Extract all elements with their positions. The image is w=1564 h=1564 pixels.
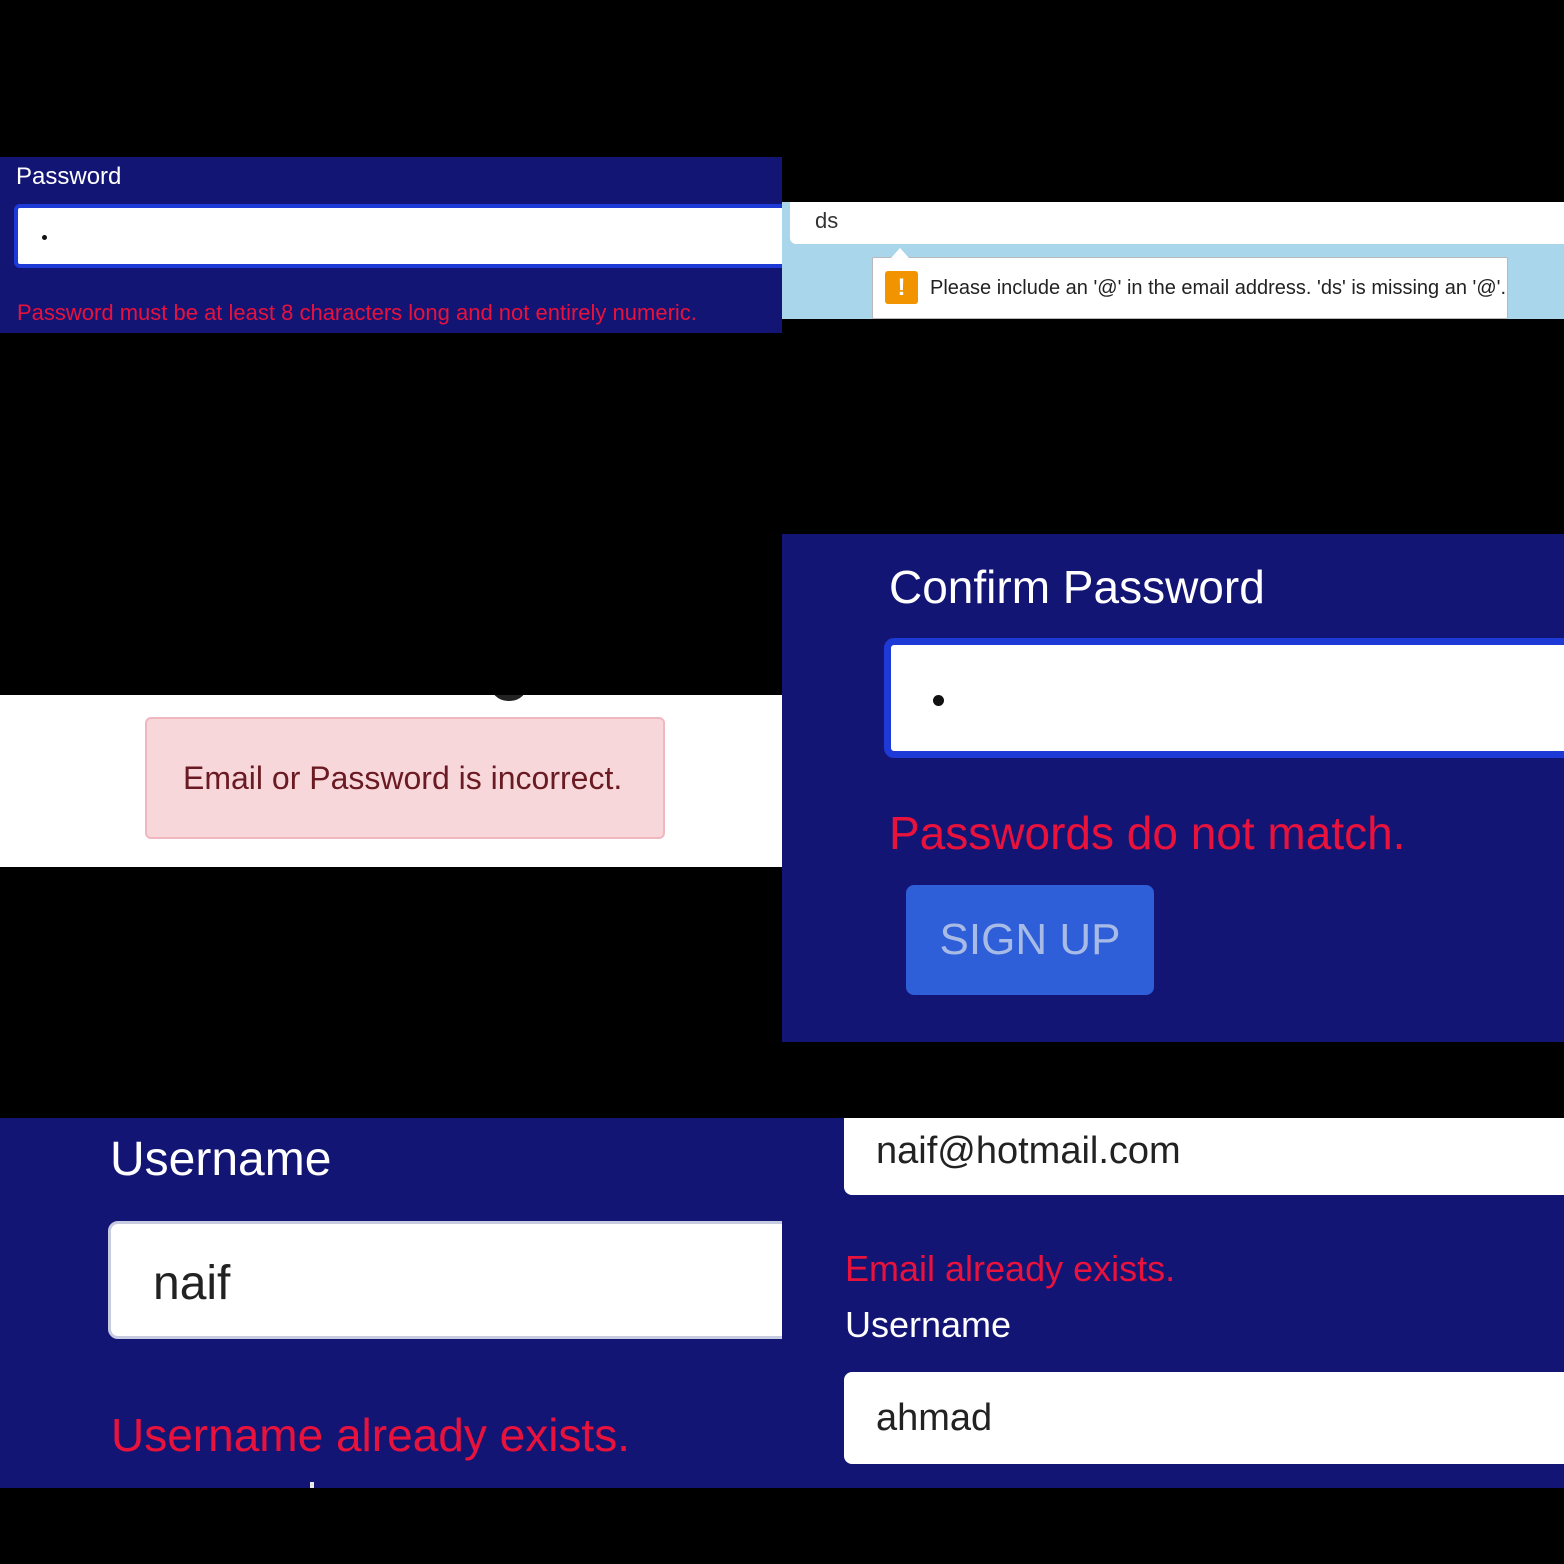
- tooltip-arrow: [891, 248, 909, 258]
- username-input-value: naif: [153, 1257, 231, 1310]
- email-validation-panel: ds ! Please include an '@' in the email …: [782, 202, 1564, 319]
- username-input[interactable]: naif: [108, 1221, 782, 1339]
- cropped-text-fragment: [310, 1482, 314, 1488]
- email-input-value: ds: [815, 208, 839, 233]
- password-mask-dot: [42, 235, 47, 240]
- password-label: Password: [16, 163, 122, 190]
- username-exists-panel: Username naif Username already exists.: [0, 1118, 782, 1488]
- email-exists-error: Email already exists.: [845, 1248, 1176, 1289]
- password-length-error: Password must be at least 8 characters l…: [17, 300, 697, 325]
- confirm-password-panel: Confirm Password Passwords do not match.…: [782, 534, 1564, 1042]
- login-error-text: Email or Password is incorrect.: [183, 760, 623, 796]
- password-error-panel: Password Password must be at least 8 cha…: [0, 157, 782, 333]
- sign-up-button[interactable]: SIGN UP: [906, 885, 1154, 995]
- username-exists-error: Username already exists.: [111, 1409, 630, 1461]
- tooltip-message: Please include an '@' in the email addre…: [930, 277, 1507, 299]
- confirm-password-input[interactable]: [884, 638, 1564, 758]
- password-input[interactable]: [14, 204, 782, 268]
- confirm-password-label: Confirm Password: [889, 561, 1265, 613]
- login-error-panel: Email or Password is incorrect.: [0, 695, 782, 867]
- email-input[interactable]: naif@hotmail.com: [844, 1118, 1564, 1195]
- username-input-value: ahmad: [876, 1397, 993, 1439]
- email-input[interactable]: ds: [790, 202, 1564, 244]
- login-error-alert: Email or Password is incorrect.: [145, 717, 665, 839]
- password-mismatch-error: Passwords do not match.: [889, 807, 1406, 859]
- email-exists-panel: naif@hotmail.com Email already exists. U…: [782, 1118, 1564, 1488]
- validation-tooltip: ! Please include an '@' in the email add…: [872, 248, 1508, 319]
- username-input[interactable]: ahmad: [844, 1372, 1564, 1464]
- username-label: Username: [845, 1304, 1012, 1345]
- cropped-heading-glyph: [490, 695, 528, 701]
- username-label: Username: [110, 1133, 332, 1186]
- email-input-value: naif@hotmail.com: [876, 1130, 1181, 1172]
- warning-icon: !: [885, 271, 918, 304]
- password-mask-dot: [933, 695, 944, 706]
